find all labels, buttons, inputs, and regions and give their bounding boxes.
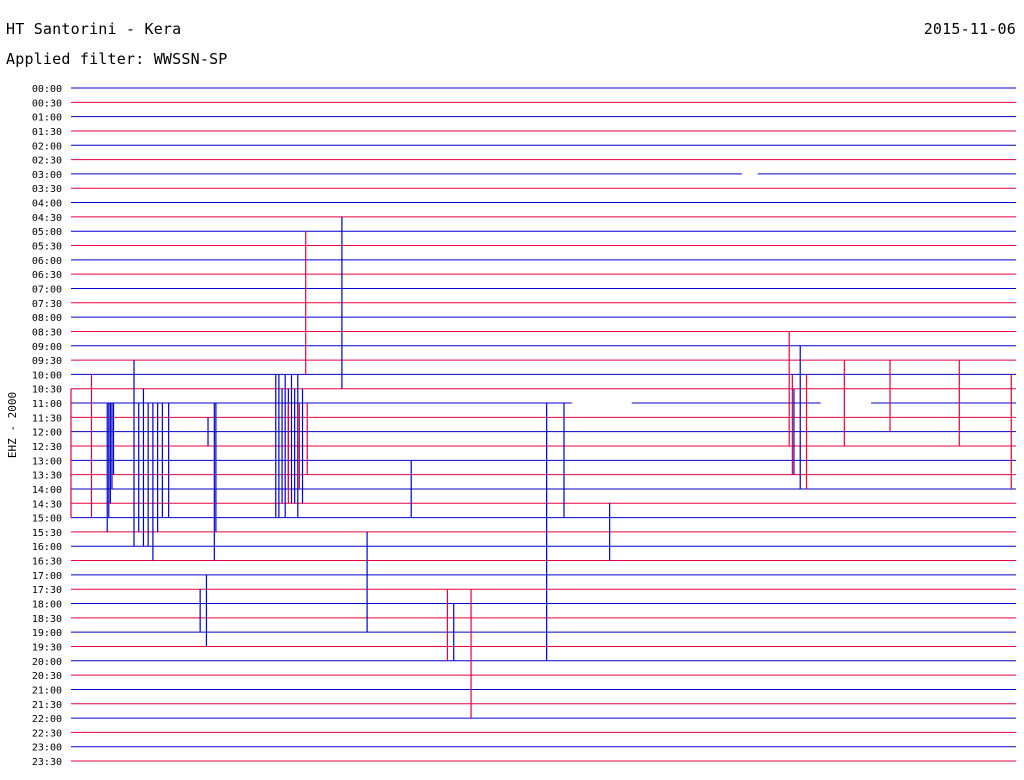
row-time-label: 01:30 xyxy=(32,127,62,138)
row-time-label: 15:30 xyxy=(32,528,62,539)
trace-lines xyxy=(71,87,1016,762)
row-time-label: 05:00 xyxy=(32,227,62,238)
row-time-label: 21:30 xyxy=(32,700,62,711)
row-time-label: 00:30 xyxy=(32,98,62,109)
row-time-label: 23:30 xyxy=(32,757,62,768)
row-time-label: 14:00 xyxy=(32,485,62,496)
row-time-label: 18:30 xyxy=(32,614,62,625)
row-time-label: 03:00 xyxy=(32,170,62,181)
trace-gap xyxy=(820,401,872,405)
row-time-label: 09:30 xyxy=(32,356,62,367)
row-time-label: 07:30 xyxy=(32,299,62,310)
row-time-label: 23:00 xyxy=(32,743,62,754)
row-time-label: 11:30 xyxy=(32,413,62,424)
row-time-label: 12:30 xyxy=(32,442,62,453)
row-time-label: 10:30 xyxy=(32,385,62,396)
row-time-label: 22:30 xyxy=(32,728,62,739)
trace-gap xyxy=(741,172,758,176)
row-time-label: 10:00 xyxy=(32,370,62,381)
helicorder-plot: 00:00 00:30 01:00 01:30 02:00 02:30 03:00 03:30… xyxy=(6,84,1016,768)
row-time-label: 09:00 xyxy=(32,342,62,353)
row-time-label: 22:00 xyxy=(32,714,62,725)
row-time-label: 05:30 xyxy=(32,242,62,253)
row-time-label: 02:00 xyxy=(32,141,62,152)
row-time-label: 04:30 xyxy=(32,213,62,224)
channel-label: EHZ - 2000 xyxy=(6,392,19,458)
row-time-label: 20:00 xyxy=(32,657,62,668)
row-time-label: 14:30 xyxy=(32,499,62,510)
row-time-label: 02:30 xyxy=(32,156,62,167)
row-time-label: 03:30 xyxy=(32,184,62,195)
row-time-label: 20:30 xyxy=(32,671,62,682)
row-time-label: 06:30 xyxy=(32,270,62,281)
row-time-label: 18:00 xyxy=(32,600,62,611)
row-time-label: 08:30 xyxy=(32,327,62,338)
row-labels: 00:00 00:30 01:00 01:30 02:00 02:30 03:00 03:30… xyxy=(32,84,62,768)
row-time-label: 16:00 xyxy=(32,542,62,553)
row-time-label: 21:00 xyxy=(32,685,62,696)
row-time-label: 13:30 xyxy=(32,471,62,482)
event-marks xyxy=(70,216,1012,719)
row-time-label: 13:00 xyxy=(32,456,62,467)
row-time-label: 00:00 xyxy=(32,84,62,95)
row-time-label: 07:00 xyxy=(32,284,62,295)
row-time-label: 17:00 xyxy=(32,571,62,582)
row-time-label: 19:00 xyxy=(32,628,62,639)
row-time-label: 12:00 xyxy=(32,428,62,439)
row-time-label: 15:00 xyxy=(32,514,62,525)
row-time-label: 19:30 xyxy=(32,642,62,653)
trace-gap xyxy=(571,401,632,405)
row-time-label: 06:00 xyxy=(32,256,62,267)
row-time-label: 01:00 xyxy=(32,113,62,124)
row-time-label: 11:00 xyxy=(32,399,62,410)
row-time-label: 17:30 xyxy=(32,585,62,596)
row-time-label: 08:00 xyxy=(32,313,62,324)
row-time-label: 04:00 xyxy=(32,199,62,210)
row-time-label: 16:30 xyxy=(32,557,62,568)
